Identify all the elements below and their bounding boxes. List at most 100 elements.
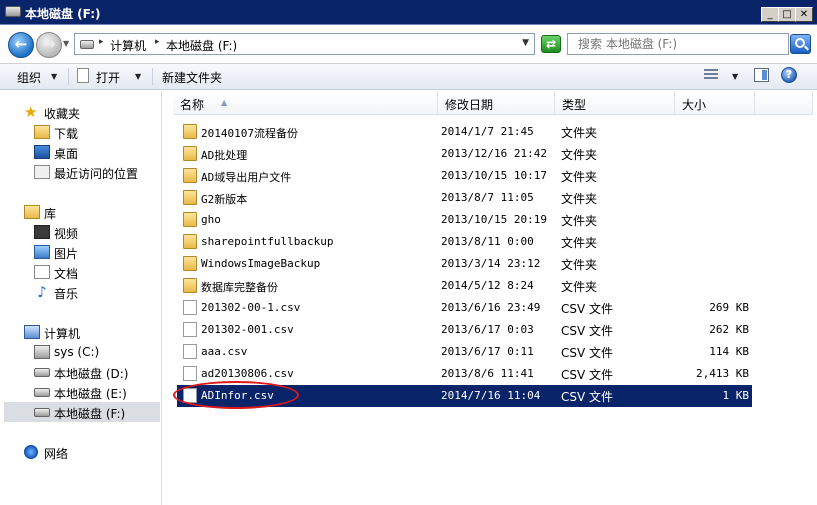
nav-computer[interactable]: 计算机 (24, 322, 154, 342)
search-input[interactable] (578, 37, 783, 51)
file-type: 文件夹 (561, 148, 598, 162)
command-toolbar: 组织 ▼ 打开 ▼ 新建文件夹 ▼ (0, 64, 817, 90)
nav-desktop[interactable]: 桌面 (34, 142, 154, 162)
back-button[interactable]: ← (8, 32, 34, 58)
file-modified-date: 2013/12/16 21:42 (441, 147, 547, 160)
folder-icon (183, 146, 197, 161)
address-row: ← → ▼ ▸ 计算机 ▸ 本地磁盘 (F:) ▼ ⇄ (0, 26, 817, 64)
folder-row[interactable]: G2新版本 2013/8/7 11:05 文件夹 (177, 187, 752, 209)
file-size: 269 KB (709, 301, 749, 314)
search-button[interactable] (790, 34, 811, 54)
drive-icon (80, 40, 94, 49)
nav-label: 收藏夹 (44, 107, 81, 121)
csv-file-icon (183, 366, 197, 381)
drive-icon (34, 388, 50, 397)
organize-button[interactable]: 组织 (17, 69, 41, 86)
nav-label: 本地磁盘 (F:) (54, 407, 126, 421)
new-folder-button[interactable]: 新建文件夹 (162, 69, 222, 86)
column-header-modified[interactable]: 修改日期 (438, 91, 555, 115)
organize-dropdown-icon[interactable]: ▼ (51, 72, 57, 81)
address-bar[interactable]: ▸ 计算机 ▸ 本地磁盘 (F:) ▼ (74, 33, 535, 55)
file-row[interactable]: ADInfor.csv 2014/7/16 11:04 CSV 文件 1 KB (177, 385, 752, 407)
address-dropdown-icon[interactable]: ▼ (522, 38, 529, 48)
file-modified-date: 2013/8/7 11:05 (441, 191, 534, 204)
nav-network[interactable]: 网络 (24, 442, 154, 462)
file-modified-date: 2013/6/17 0:03 (441, 323, 534, 336)
column-header-size[interactable]: 大小 (675, 91, 755, 115)
folder-row[interactable]: 20140107流程备份 2014/1/7 21:45 文件夹 (177, 121, 752, 143)
folder-row[interactable]: sharepointfullbackup 2013/8/11 0:00 文件夹 (177, 231, 752, 253)
nav-downloads[interactable]: 下载 (34, 122, 154, 142)
forward-button[interactable]: → (36, 32, 62, 58)
nav-drive-c[interactable]: sys (C:) (34, 342, 154, 362)
folder-row[interactable]: AD批处理 2013/12/16 21:42 文件夹 (177, 143, 752, 165)
file-list: 名称 ▲ 修改日期 类型 大小 20140107流程备份 2014/1/7 21:… (163, 91, 817, 505)
close-button[interactable]: ✕ (795, 7, 813, 22)
file-modified-date: 2013/10/15 20:19 (441, 213, 547, 226)
file-type: 文件夹 (561, 170, 598, 184)
view-dropdown-icon[interactable]: ▼ (732, 72, 738, 81)
file-type: CSV 文件 (561, 302, 614, 316)
file-name: 201302-00-1.csv (201, 301, 301, 314)
downloads-folder-icon (34, 125, 50, 139)
nav-favorites[interactable]: ★ 收藏夹 (24, 102, 154, 122)
file-row[interactable]: 201302-001.csv 2013/6/17 0:03 CSV 文件 262 KB (177, 319, 752, 341)
open-button[interactable]: 打开 (96, 69, 120, 86)
csv-file-icon (183, 388, 197, 403)
breadcrumb-separator-icon[interactable]: ▸ (99, 37, 104, 47)
file-type: CSV 文件 (561, 324, 614, 338)
column-label: 名称 (180, 98, 205, 112)
nav-drive-f[interactable]: 本地磁盘 (F:) (4, 402, 160, 422)
file-row[interactable]: aaa.csv 2013/6/17 0:11 CSV 文件 114 KB (177, 341, 752, 363)
nav-label: 视频 (54, 227, 79, 241)
csv-file-icon (183, 300, 197, 315)
nav-drive-e[interactable]: 本地磁盘 (E:) (34, 382, 154, 402)
file-row[interactable]: 201302-00-1.csv 2013/6/16 23:49 CSV 文件 269 … (177, 297, 752, 319)
file-size: 262 KB (709, 323, 749, 336)
column-label: 修改日期 (445, 98, 494, 112)
file-name: G2新版本 (201, 193, 248, 206)
nav-label: 本地磁盘 (E:) (54, 387, 127, 401)
folder-row[interactable]: 数据库完整备份 2014/5/12 8:24 文件夹 (177, 275, 752, 297)
file-modified-date: 2013/8/11 0:00 (441, 235, 534, 248)
nav-videos[interactable]: 视频 (34, 222, 154, 242)
nav-libraries[interactable]: 库 (24, 202, 154, 222)
nav-documents[interactable]: 文档 (34, 262, 154, 282)
file-type: CSV 文件 (561, 346, 614, 360)
nav-recent-places[interactable]: 最近访问的位置 (34, 162, 160, 182)
file-row[interactable]: ad20130806.csv 2013/8/6 11:41 CSV 文件 2,413 … (177, 363, 752, 385)
maximize-button[interactable]: □ (778, 7, 796, 22)
column-label: 大小 (682, 98, 707, 112)
file-size: 114 KB (709, 345, 749, 358)
toolbar-divider (68, 68, 69, 85)
open-dropdown-icon[interactable]: ▼ (135, 72, 141, 81)
document-icon (77, 68, 89, 83)
minimize-button[interactable]: _ (761, 7, 779, 22)
breadcrumb-separator-icon[interactable]: ▸ (155, 37, 160, 47)
preview-pane-icon[interactable] (754, 68, 769, 82)
help-icon[interactable]: ? (781, 67, 797, 83)
file-modified-date: 2013/6/17 0:11 (441, 345, 534, 358)
file-name: sharepointfullbackup (201, 235, 334, 248)
file-modified-date: 2013/3/14 23:12 (441, 257, 541, 270)
search-box[interactable] (567, 33, 789, 55)
history-dropdown-icon[interactable]: ▼ (63, 39, 69, 48)
file-type: 文件夹 (561, 280, 598, 294)
breadcrumb-computer[interactable]: 计算机 (110, 37, 146, 54)
refresh-button[interactable]: ⇄ (541, 35, 561, 53)
folder-row[interactable]: WindowsImageBackup 2013/3/14 23:12 文件夹 (177, 253, 752, 275)
file-size: 1 KB (722, 389, 750, 402)
view-list-icon[interactable] (704, 69, 718, 81)
column-header-name[interactable]: 名称 ▲ (173, 91, 438, 115)
folder-row[interactable]: gho 2013/10/15 20:19 文件夹 (177, 209, 752, 231)
folder-row[interactable]: AD域导出用户文件 2013/10/15 10:17 文件夹 (177, 165, 752, 187)
file-name: aaa.csv (201, 345, 248, 358)
nav-label: 网络 (44, 447, 69, 461)
nav-music[interactable]: ♪ 音乐 (34, 282, 154, 302)
breadcrumb-current-drive[interactable]: 本地磁盘 (F:) (166, 37, 237, 54)
nav-label: 库 (44, 207, 57, 221)
column-header-type[interactable]: 类型 (555, 91, 675, 115)
file-modified-date: 2014/1/7 21:45 (441, 125, 534, 138)
nav-drive-d[interactable]: 本地磁盘 (D:) (34, 362, 154, 382)
nav-pictures[interactable]: 图片 (34, 242, 154, 262)
